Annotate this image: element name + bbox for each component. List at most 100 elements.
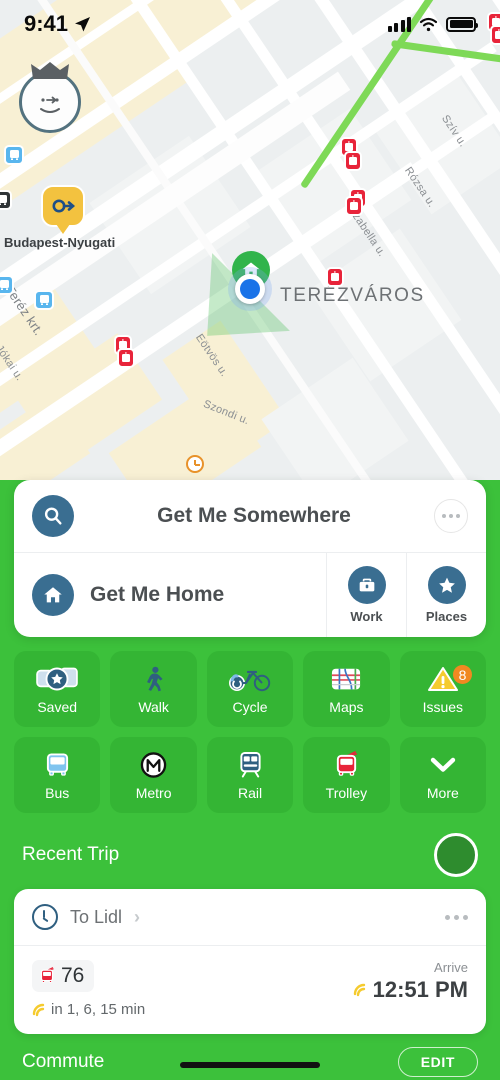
shortcut-metro[interactable]: Metro [110, 737, 197, 813]
trolley-stop-pin[interactable] [326, 267, 344, 287]
shortcut-rail[interactable]: Rail [206, 737, 294, 813]
search-title: Get Me Somewhere [157, 504, 351, 527]
status-bar: 9:41 [0, 0, 500, 48]
home-indicator [180, 1062, 320, 1068]
crown-icon [31, 62, 69, 79]
train-icon [238, 750, 263, 780]
shortcut-maps[interactable]: Maps [303, 651, 390, 727]
work-shortcut-button[interactable]: Work [326, 553, 406, 637]
user-avatar[interactable] [19, 62, 81, 133]
shortcut-bus-label: Bus [45, 784, 70, 801]
status-bar-time: 9:41 [24, 11, 69, 36]
recent-trip-route-info: 76 in 1, 6, 15 min [32, 960, 353, 1018]
recent-trip-title: Recent Trip [22, 844, 120, 865]
shortcut-more[interactable]: More [399, 737, 487, 813]
next-departures-text: in 1, 6, 15 min [51, 1001, 146, 1018]
places-label: Places [425, 609, 468, 624]
map-view[interactable]: Szív u. Rózsa u. Izabella u. Teréz krt. … [0, 0, 500, 500]
shortcut-trolley[interactable]: Trolley [303, 737, 390, 813]
commute-edit-button[interactable]: EDIT [397, 1047, 478, 1077]
status-bar-time-group: 9:41 [24, 11, 91, 37]
shortcut-issues-label: Issues [422, 698, 464, 715]
briefcase-icon [347, 566, 386, 604]
shortcut-row-2: Bus Metro Rail Trolley More [14, 737, 487, 813]
arrive-time: 12:51 PM [372, 977, 468, 1002]
recent-trip-record-button[interactable] [434, 833, 478, 877]
status-bar-indicators [387, 16, 478, 32]
recent-trip-destination: To Lidl [70, 906, 123, 927]
cellular-signal-icon [387, 16, 411, 32]
route-badge: 76 [32, 960, 95, 992]
trolley-stop-pin[interactable] [117, 348, 135, 368]
search-more-icon[interactable] [434, 499, 468, 533]
bus-stop-pin[interactable] [4, 145, 24, 165]
bus-icon [45, 750, 70, 780]
district-label: TERÉZVÁROS [280, 285, 425, 306]
search-icon[interactable] [32, 495, 74, 537]
location-arrow-icon [75, 16, 91, 31]
clock-icon [32, 904, 58, 930]
arrive-label: Arrive [434, 960, 468, 975]
shortcut-issues[interactable]: 8 Issues [399, 651, 487, 727]
recent-trip-header: Recent Trip [0, 813, 500, 889]
chevron-right-icon: › [134, 906, 141, 927]
get-me-somewhere-row[interactable]: Get Me Somewhere [14, 480, 486, 552]
shortcut-trolley-label: Trolley [325, 784, 368, 801]
shortcut-bus[interactable]: Bus [14, 737, 101, 813]
clock-poi-icon [186, 455, 204, 473]
shortcut-grid: Saved Walk Cycle Maps 8 Issues Bus Metro… [0, 637, 500, 813]
trolley-stop-pin[interactable] [345, 196, 363, 216]
shortcut-walk[interactable]: Walk [110, 651, 197, 727]
trolley-stop-pin[interactable] [344, 151, 362, 171]
places-shortcut-button[interactable]: Places [406, 553, 486, 637]
chevron-down-icon [429, 750, 457, 780]
shortcut-walk-label: Walk [138, 698, 169, 715]
commute-title: Commute [22, 1051, 105, 1072]
battery-full-icon [446, 16, 478, 32]
shortcut-saved[interactable]: Saved [14, 651, 101, 727]
shortcut-metro-label: Metro [135, 784, 172, 801]
bicycle-icon [228, 664, 272, 694]
get-me-home-button[interactable]: Get Me Home [14, 553, 326, 637]
home-icon [32, 574, 74, 616]
shortcut-maps-label: Maps [329, 698, 364, 715]
recent-trip-arrival: Arrive 12:51 PM [353, 960, 468, 1018]
bus-stop-pin[interactable] [0, 190, 12, 210]
quick-destinations-row: Get Me Home Work Places [14, 553, 486, 637]
saved-vehicles-star-icon [36, 664, 78, 694]
map-background [0, 0, 500, 500]
shortcut-row-1: Saved Walk Cycle Maps 8 Issues [14, 651, 487, 727]
get-me-home-label: Get Me Home [90, 583, 225, 606]
metro-m-icon [140, 750, 167, 780]
bus-stop-pin[interactable] [34, 290, 54, 310]
next-departures: in 1, 6, 15 min [32, 1001, 353, 1018]
recent-trip-more-icon[interactable] [445, 914, 468, 920]
route-number: 76 [61, 964, 85, 987]
bottom-sheet: Get Me Somewhere Get Me Home Work Places… [0, 480, 500, 1080]
avatar-face-icon [40, 96, 60, 113]
work-label: Work [350, 609, 383, 624]
transit-map-icon [331, 664, 361, 694]
walking-person-icon [143, 664, 165, 694]
shortcut-rail-label: Rail [237, 784, 263, 801]
rail-station-pin[interactable] [41, 185, 85, 234]
shortcut-more-label: More [426, 784, 459, 801]
search-card: Get Me Somewhere Get Me Home Work Places [14, 480, 486, 637]
trolleybus-icon [334, 750, 359, 780]
recent-trip-card[interactable]: To Lidl › 76 in 1, 6, 15 min Arrive 12:5… [14, 889, 486, 1034]
current-location-dot[interactable] [235, 274, 265, 304]
shortcut-cycle-label: Cycle [232, 698, 268, 715]
station-label: Budapest-Nyugati [4, 235, 116, 250]
recent-trip-top-row[interactable]: To Lidl › [14, 889, 486, 945]
shortcut-saved-label: Saved [37, 698, 78, 715]
bus-stop-pin[interactable] [0, 275, 14, 295]
arrive-time-group: 12:51 PM [353, 977, 468, 1003]
recent-trip-body: 76 in 1, 6, 15 min Arrive 12:51 PM [14, 946, 486, 1034]
shortcut-cycle[interactable]: Cycle [206, 651, 294, 727]
wifi-icon [419, 17, 438, 31]
trolleybus-icon [40, 967, 54, 983]
live-realtime-icon [32, 1003, 45, 1016]
live-realtime-icon [353, 983, 365, 997]
issues-badge: 8 [453, 665, 473, 684]
star-icon [427, 566, 466, 604]
